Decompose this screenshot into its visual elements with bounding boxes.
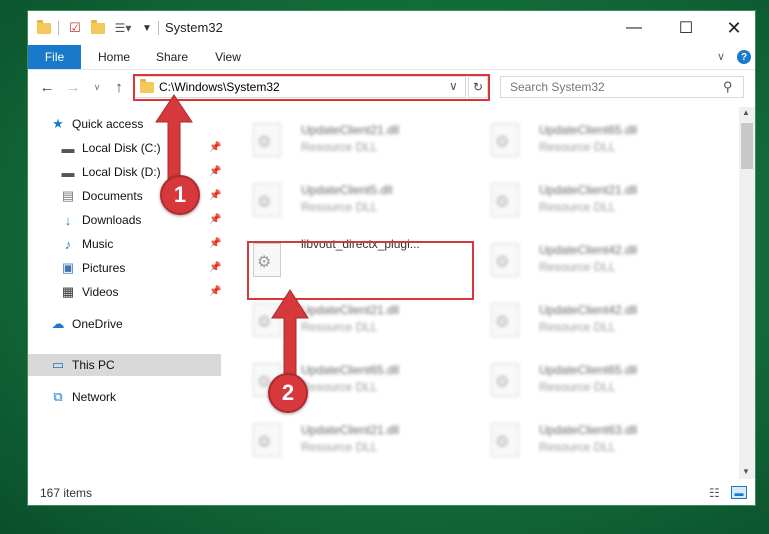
- annotation-overlay: [155, 94, 309, 379]
- arrow-2: [271, 289, 309, 379]
- step-2-badge: 2: [268, 373, 308, 413]
- step-1-badge: 1: [160, 175, 200, 215]
- arrow-1: [155, 94, 193, 183]
